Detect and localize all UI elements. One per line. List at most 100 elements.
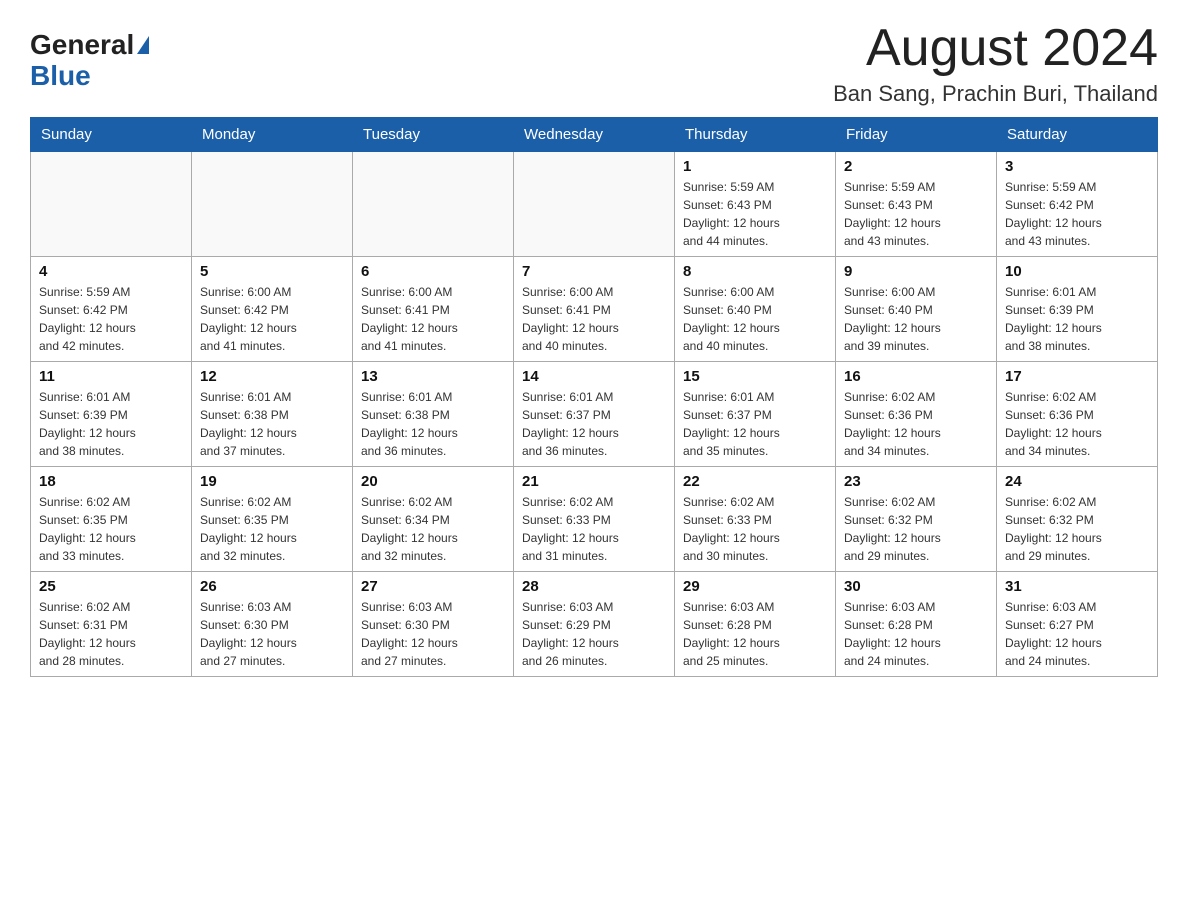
day-number: 20 [361,473,505,490]
day-info: Sunrise: 5:59 AMSunset: 6:43 PMDaylight:… [844,178,988,250]
logo-general-text: General [30,30,149,61]
day-number: 29 [683,578,827,595]
day-info: Sunrise: 6:00 AMSunset: 6:41 PMDaylight:… [361,283,505,355]
calendar-cell: 12 Sunrise: 6:01 AMSunset: 6:38 PMDayligh… [192,362,353,467]
page-title: August 2024 [833,20,1158,77]
day-number: 9 [844,263,988,280]
day-info: Sunrise: 6:02 AMSunset: 6:34 PMDaylight:… [361,493,505,565]
day-number: 25 [39,578,183,595]
day-number: 7 [522,263,666,280]
day-info: Sunrise: 6:00 AMSunset: 6:42 PMDaylight:… [200,283,344,355]
calendar-week-3: 11 Sunrise: 6:01 AMSunset: 6:39 PMDayligh… [31,362,1158,467]
calendar-cell: 26Sunrise: 6:03 AMSunset: 6:30 PMDayligh… [192,572,353,677]
calendar-cell [353,152,514,257]
day-of-week-sunday: Sunday [31,118,192,152]
calendar-cell: 6Sunrise: 6:00 AMSunset: 6:41 PMDaylight… [353,257,514,362]
day-info: Sunrise: 6:03 AMSunset: 6:28 PMDaylight:… [683,598,827,670]
calendar-cell [514,152,675,257]
day-info: Sunrise: 5:59 AMSunset: 6:43 PMDaylight:… [683,178,827,250]
logo-blue-text: Blue [30,61,149,92]
day-info: Sunrise: 6:02 AMSunset: 6:32 PMDaylight:… [844,493,988,565]
logo: General Blue [30,30,149,92]
day-number: 23 [844,473,988,490]
day-of-week-tuesday: Tuesday [353,118,514,152]
day-info: Sunrise: 6:02 AMSunset: 6:35 PMDaylight:… [39,493,183,565]
day-info: Sunrise: 5:59 AMSunset: 6:42 PMDaylight:… [39,283,183,355]
calendar-cell: 31 Sunrise: 6:03 AMSunset: 6:27 PMDayligh… [997,572,1158,677]
day-number: 15 [683,368,827,385]
day-info: Sunrise: 6:00 AMSunset: 6:40 PMDaylight:… [683,283,827,355]
day-info: Sunrise: 6:01 AMSunset: 6:37 PMDaylight:… [683,388,827,460]
calendar-cell: 7 Sunrise: 6:00 AMSunset: 6:41 PMDaylight… [514,257,675,362]
calendar-cell: 17 Sunrise: 6:02 AMSunset: 6:36 PMDayligh… [997,362,1158,467]
day-info: Sunrise: 6:01 AMSunset: 6:37 PMDaylight:… [522,388,666,460]
day-number: 31 [1005,578,1149,595]
title-block: August 2024 Ban Sang, Prachin Buri, Thai… [833,20,1158,107]
calendar-cell: 4 Sunrise: 5:59 AMSunset: 6:42 PMDaylight… [31,257,192,362]
day-info: Sunrise: 6:01 AMSunset: 6:39 PMDaylight:… [39,388,183,460]
day-of-week-monday: Monday [192,118,353,152]
day-of-week-thursday: Thursday [675,118,836,152]
day-info: Sunrise: 6:03 AMSunset: 6:30 PMDaylight:… [361,598,505,670]
day-number: 2 [844,158,988,175]
day-number: 3 [1005,158,1149,175]
day-number: 5 [200,263,344,280]
calendar-cell: 11 Sunrise: 6:01 AMSunset: 6:39 PMDayligh… [31,362,192,467]
day-number: 14 [522,368,666,385]
calendar-cell: 19Sunrise: 6:02 AMSunset: 6:35 PMDayligh… [192,467,353,572]
calendar-cell: 3 Sunrise: 5:59 AMSunset: 6:42 PMDaylight… [997,152,1158,257]
day-number: 8 [683,263,827,280]
calendar-cell: 22Sunrise: 6:02 AMSunset: 6:33 PMDayligh… [675,467,836,572]
calendar-cell: 29 Sunrise: 6:03 AMSunset: 6:28 PMDayligh… [675,572,836,677]
calendar-cell: 18 Sunrise: 6:02 AMSunset: 6:35 PMDayligh… [31,467,192,572]
day-number: 27 [361,578,505,595]
page-header: General Blue August 2024 Ban Sang, Prach… [30,20,1158,107]
day-info: Sunrise: 6:00 AMSunset: 6:41 PMDaylight:… [522,283,666,355]
day-info: Sunrise: 6:02 AMSunset: 6:33 PMDaylight:… [683,493,827,565]
days-of-week-row: SundayMondayTuesdayWednesdayThursdayFrid… [31,118,1158,152]
calendar-cell: 21 Sunrise: 6:02 AMSunset: 6:33 PMDayligh… [514,467,675,572]
calendar-cell: 10 Sunrise: 6:01 AMSunset: 6:39 PMDayligh… [997,257,1158,362]
day-number: 18 [39,473,183,490]
day-number: 28 [522,578,666,595]
calendar-body: 1Sunrise: 5:59 AMSunset: 6:43 PMDaylight… [31,152,1158,677]
day-info: Sunrise: 6:02 AMSunset: 6:36 PMDaylight:… [844,388,988,460]
day-of-week-friday: Friday [836,118,997,152]
calendar-cell [31,152,192,257]
calendar-table: SundayMondayTuesdayWednesdayThursdayFrid… [30,117,1158,677]
day-info: Sunrise: 6:03 AMSunset: 6:29 PMDaylight:… [522,598,666,670]
day-number: 26 [200,578,344,595]
day-number: 4 [39,263,183,280]
day-info: Sunrise: 6:03 AMSunset: 6:27 PMDaylight:… [1005,598,1149,670]
day-number: 12 [200,368,344,385]
day-info: Sunrise: 6:01 AMSunset: 6:38 PMDaylight:… [200,388,344,460]
calendar-cell: 13 Sunrise: 6:01 AMSunset: 6:38 PMDayligh… [353,362,514,467]
day-number: 11 [39,368,183,385]
calendar-cell: 24Sunrise: 6:02 AMSunset: 6:32 PMDayligh… [997,467,1158,572]
calendar-cell: 14 Sunrise: 6:01 AMSunset: 6:37 PMDayligh… [514,362,675,467]
calendar-week-4: 18 Sunrise: 6:02 AMSunset: 6:35 PMDayligh… [31,467,1158,572]
day-of-week-wednesday: Wednesday [514,118,675,152]
day-info: Sunrise: 6:01 AMSunset: 6:38 PMDaylight:… [361,388,505,460]
day-info: Sunrise: 6:02 AMSunset: 6:36 PMDaylight:… [1005,388,1149,460]
calendar-cell: 28 Sunrise: 6:03 AMSunset: 6:29 PMDayligh… [514,572,675,677]
day-info: Sunrise: 6:02 AMSunset: 6:33 PMDaylight:… [522,493,666,565]
day-info: Sunrise: 6:02 AMSunset: 6:32 PMDaylight:… [1005,493,1149,565]
day-number: 16 [844,368,988,385]
calendar-week-1: 1Sunrise: 5:59 AMSunset: 6:43 PMDaylight… [31,152,1158,257]
day-number: 19 [200,473,344,490]
calendar-cell: 23 Sunrise: 6:02 AMSunset: 6:32 PMDayligh… [836,467,997,572]
day-number: 17 [1005,368,1149,385]
day-info: Sunrise: 5:59 AMSunset: 6:42 PMDaylight:… [1005,178,1149,250]
calendar-cell: 27 Sunrise: 6:03 AMSunset: 6:30 PMDayligh… [353,572,514,677]
day-number: 10 [1005,263,1149,280]
day-info: Sunrise: 6:01 AMSunset: 6:39 PMDaylight:… [1005,283,1149,355]
day-number: 13 [361,368,505,385]
calendar-week-5: 25 Sunrise: 6:02 AMSunset: 6:31 PMDayligh… [31,572,1158,677]
calendar-week-2: 4 Sunrise: 5:59 AMSunset: 6:42 PMDaylight… [31,257,1158,362]
calendar-cell: 9Sunrise: 6:00 AMSunset: 6:40 PMDaylight… [836,257,997,362]
day-number: 21 [522,473,666,490]
calendar-cell: 15 Sunrise: 6:01 AMSunset: 6:37 PMDayligh… [675,362,836,467]
day-info: Sunrise: 6:02 AMSunset: 6:31 PMDaylight:… [39,598,183,670]
day-of-week-saturday: Saturday [997,118,1158,152]
